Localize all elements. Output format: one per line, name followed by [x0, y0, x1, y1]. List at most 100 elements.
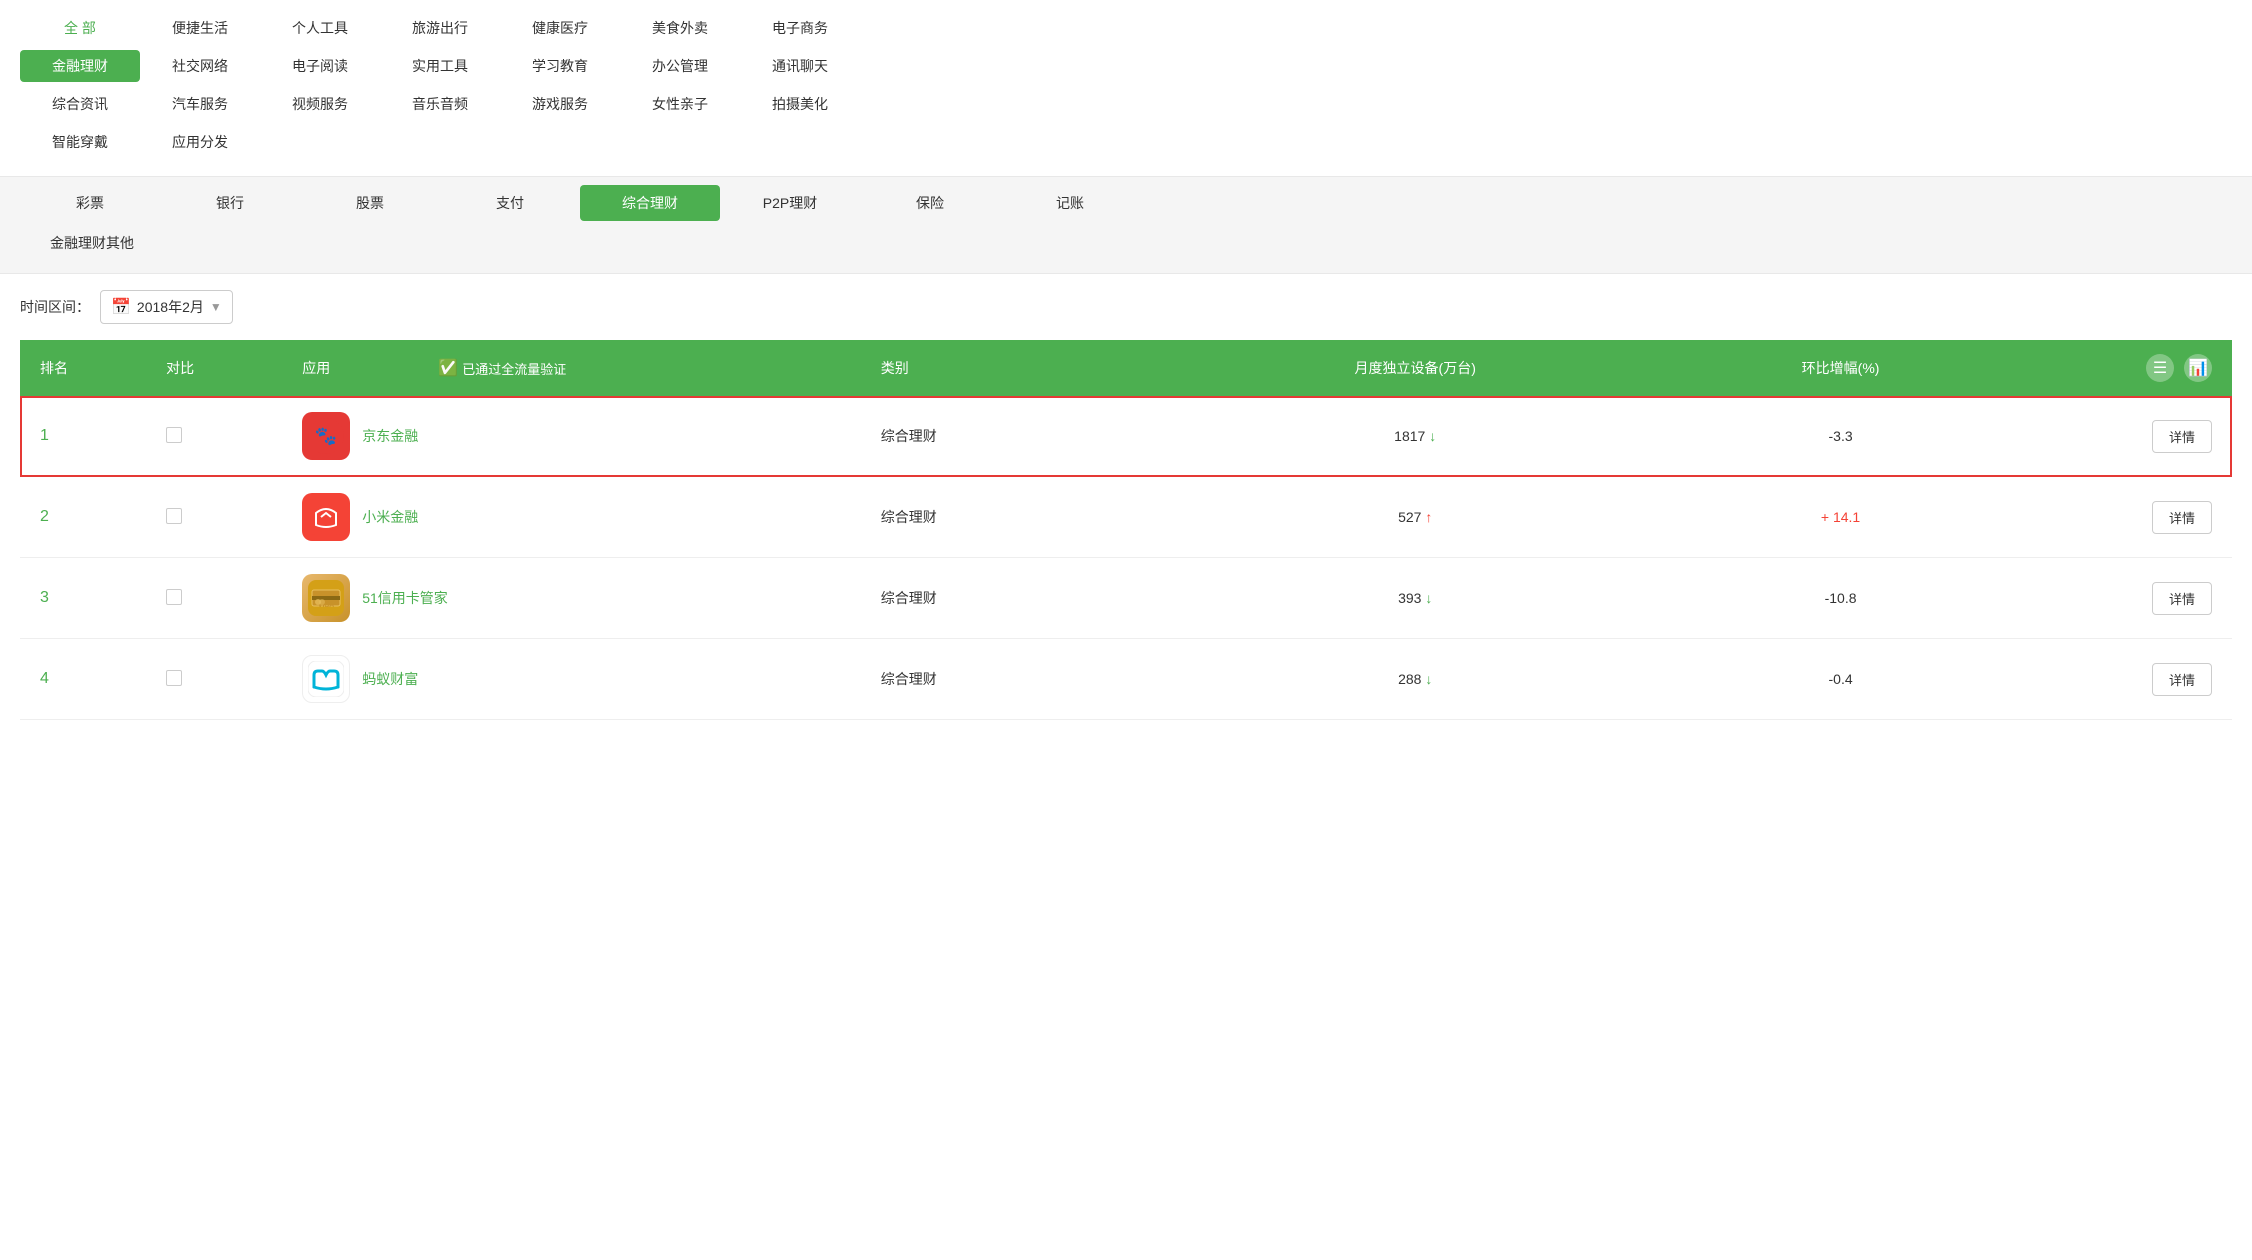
table-body: 1 🐾 京东金融 综合理财 [20, 396, 2232, 720]
action-cell: 详情 [2028, 558, 2232, 639]
table-wrap: 排名 对比 应用 ✅ 已通过全流量验证 类别 月度独立设备(万台) 环比增幅(%… [0, 340, 2252, 720]
compare-checkbox[interactable] [166, 670, 182, 686]
detail-button-3[interactable]: 详情 [2152, 582, 2212, 615]
cat-convenient[interactable]: 便捷生活 [140, 12, 260, 44]
category-nav: 全 部 便捷生活 个人工具 旅游出行 健康医疗 美食外卖 电子商务 金融理财 社… [0, 0, 2252, 176]
rank-cell: 1 [20, 396, 156, 477]
app-info: VISA 51信用卡管家 [302, 574, 861, 622]
app-name-mayifu[interactable]: 蚂蚁财富 [362, 669, 418, 689]
cat-female[interactable]: 女性亲子 [620, 88, 740, 120]
cat-ereading[interactable]: 电子阅读 [260, 50, 380, 82]
app-info: 蚂蚁财富 [302, 655, 861, 703]
cat-social[interactable]: 社交网络 [140, 50, 260, 82]
cat-finance[interactable]: 金融理财 [20, 50, 140, 82]
devices-cell: 288 ↓ [1177, 639, 1653, 720]
table-row: 3 VISA [20, 558, 2232, 639]
app-cell: 🐾 京东金融 [292, 396, 871, 477]
table-header-row: 排名 对比 应用 ✅ 已通过全流量验证 类别 月度独立设备(万台) 环比增幅(%… [20, 340, 2232, 396]
sub-accounting[interactable]: 记账 [1000, 185, 1140, 221]
sub-stock[interactable]: 股票 [300, 185, 440, 221]
sub-lottery[interactable]: 彩票 [20, 185, 160, 221]
cat-wearable[interactable]: 智能穿戴 [20, 126, 140, 158]
table-row: 4 蚂蚁财富 [20, 639, 2232, 720]
table-row: 1 🐾 京东金融 综合理财 [20, 396, 2232, 477]
change-value: -10.8 [1825, 590, 1857, 606]
cat-tools[interactable]: 实用工具 [380, 50, 500, 82]
mayifu-logo-svg [308, 661, 344, 697]
cat-video[interactable]: 视频服务 [260, 88, 380, 120]
trend-down-icon: ↓ [1425, 590, 1432, 606]
chart-view-icon[interactable]: 📊 [2184, 354, 2212, 382]
trend-down-icon: ↓ [1429, 428, 1436, 444]
sub-other[interactable]: 金融理财其他 [20, 225, 164, 261]
compare-checkbox[interactable] [166, 427, 182, 443]
sub-comprehensive[interactable]: 综合理财 [580, 185, 720, 221]
svg-text:🐾: 🐾 [315, 426, 337, 446]
app-cell: 小米金融 [292, 477, 871, 558]
th-actions: ☰ 📊 [2028, 340, 2232, 396]
cat-appstore[interactable]: 应用分发 [140, 126, 260, 158]
devices-cell: 1817 ↓ [1177, 396, 1653, 477]
table-row: 2 小米金融 [20, 477, 2232, 558]
th-compare: 对比 [156, 340, 292, 396]
app-name-xiaomi[interactable]: 小米金融 [362, 507, 418, 527]
sub-bank[interactable]: 银行 [160, 185, 300, 221]
cat-photo[interactable]: 拍摄美化 [740, 88, 860, 120]
cat-education[interactable]: 学习教育 [500, 50, 620, 82]
cat-auto[interactable]: 汽车服务 [140, 88, 260, 120]
category-cell: 综合理财 [871, 639, 1177, 720]
cat-personal-tools[interactable]: 个人工具 [260, 12, 380, 44]
devices-cell: 527 ↑ [1177, 477, 1653, 558]
compare-cell [156, 558, 292, 639]
compare-checkbox[interactable] [166, 508, 182, 524]
time-select-box[interactable]: 📅 2018年2月 ▼ [100, 290, 233, 324]
change-value: + 14.1 [1821, 509, 1860, 525]
compare-cell [156, 477, 292, 558]
devices-value: 393 [1398, 590, 1421, 606]
list-view-icon[interactable]: ☰ [2146, 354, 2174, 382]
th-icon-group: ☰ 📊 [2038, 354, 2212, 382]
cat-music[interactable]: 音乐音频 [380, 88, 500, 120]
sub-payment[interactable]: 支付 [440, 185, 580, 221]
app-info: 🐾 京东金融 [302, 412, 861, 460]
cat-office[interactable]: 办公管理 [620, 50, 740, 82]
cat-ecommerce[interactable]: 电子商务 [740, 12, 860, 44]
dropdown-arrow-icon: ▼ [210, 300, 222, 314]
cat-row-3: 综合资讯 汽车服务 视频服务 音乐音频 游戏服务 女性亲子 拍摄美化 [20, 88, 2232, 120]
xiaomi-logo-svg [308, 499, 344, 535]
cat-food[interactable]: 美食外卖 [620, 12, 740, 44]
app-name-51[interactable]: 51信用卡管家 [362, 588, 448, 608]
app-icon-xiaomi [302, 493, 350, 541]
change-cell: + 14.1 [1653, 477, 2027, 558]
sub-row-1: 彩票 银行 股票 支付 综合理财 P2P理财 保险 记账 [20, 185, 2232, 221]
compare-cell [156, 639, 292, 720]
cat-health[interactable]: 健康医疗 [500, 12, 620, 44]
app-icon-mayifu [302, 655, 350, 703]
sub-insurance[interactable]: 保险 [860, 185, 1000, 221]
calendar-icon: 📅 [111, 297, 131, 317]
app-cell: 蚂蚁财富 [292, 639, 871, 720]
devices-value: 527 [1398, 509, 1421, 525]
rank-table: 排名 对比 应用 ✅ 已通过全流量验证 类别 月度独立设备(万台) 环比增幅(%… [20, 340, 2232, 720]
detail-button-2[interactable]: 详情 [2152, 501, 2212, 534]
cat-all[interactable]: 全 部 [20, 12, 140, 44]
change-value: -0.4 [1829, 671, 1853, 687]
cat-game[interactable]: 游戏服务 [500, 88, 620, 120]
change-cell: -10.8 [1653, 558, 2027, 639]
detail-button-1[interactable]: 详情 [2152, 420, 2212, 453]
app-name-jd[interactable]: 京东金融 [362, 426, 418, 446]
sub-p2p[interactable]: P2P理财 [720, 185, 860, 221]
cat-row-4: 智能穿戴 应用分发 [20, 126, 2232, 158]
jd-logo-svg: 🐾 [308, 418, 344, 454]
app-info: 小米金融 [302, 493, 861, 541]
compare-checkbox[interactable] [166, 589, 182, 605]
devices-cell: 393 ↓ [1177, 558, 1653, 639]
verified-check-icon: ✅ [438, 358, 458, 378]
rank-cell: 3 [20, 558, 156, 639]
trend-down-icon: ↓ [1425, 671, 1432, 687]
cat-news[interactable]: 综合资讯 [20, 88, 140, 120]
cat-chat[interactable]: 通讯聊天 [740, 50, 860, 82]
detail-button-4[interactable]: 详情 [2152, 663, 2212, 696]
cat-travel[interactable]: 旅游出行 [380, 12, 500, 44]
action-cell: 详情 [2028, 477, 2232, 558]
